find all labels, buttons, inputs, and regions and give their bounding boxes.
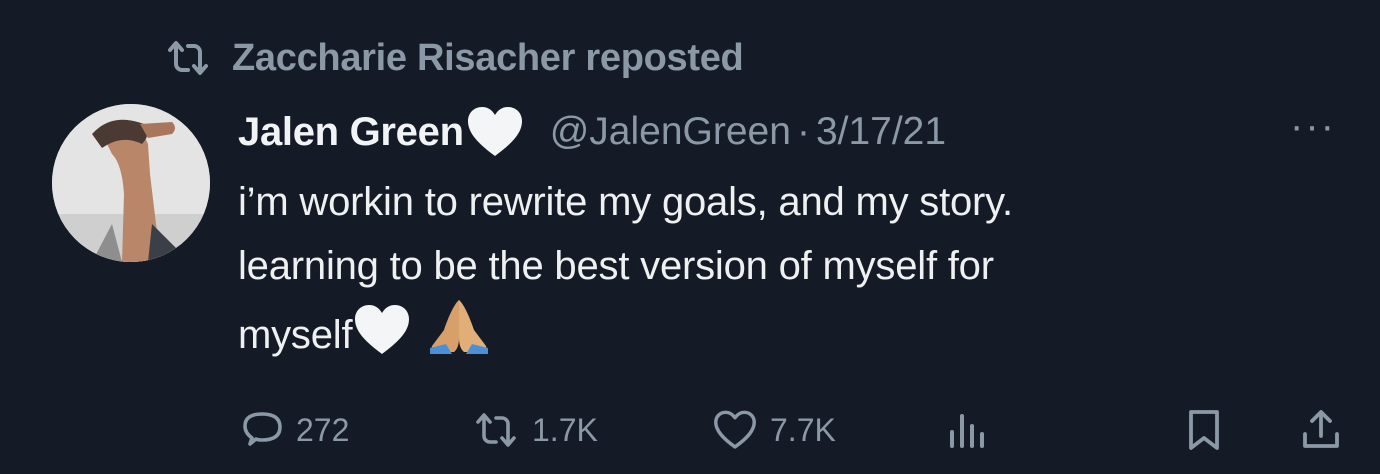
reply-icon [243, 412, 282, 446]
tweet-text-line-last: myself [238, 298, 1338, 367]
repost-count: 1.7K [532, 411, 598, 448]
heart-icon [714, 410, 756, 449]
user-handle[interactable]: @JalenGreen [550, 110, 791, 154]
display-name[interactable]: Jalen Green [238, 110, 464, 155]
repost-button[interactable]: 1.7K [472, 400, 598, 460]
repost-icon [168, 41, 208, 75]
views-icon [950, 414, 984, 448]
tweet-text-line: i’m workin to rewrite my goals, and my s… [238, 180, 1013, 224]
repost-context[interactable]: Zaccharie Risacher reposted [166, 34, 744, 82]
repost-text: Zaccharie Risacher reposted [232, 36, 744, 79]
share-button[interactable] [1300, 400, 1342, 460]
white-heart-icon [352, 304, 412, 356]
tweet-text: i’m workin to rewrite my goals, and my s… [238, 170, 1338, 367]
tweet-card[interactable]: Zaccharie Risacher reposted Jalen Green … [0, 0, 1380, 474]
white-heart-icon [466, 106, 524, 158]
more-options-icon[interactable]: ··· [1290, 106, 1336, 146]
share-icon [1303, 410, 1339, 448]
views-button[interactable] [946, 400, 990, 460]
tweet-text-word: myself [238, 313, 353, 357]
tweet-text-line: learning to be the best version of mysel… [238, 244, 994, 288]
avatar-photo [52, 104, 210, 262]
reply-button[interactable]: 272 [242, 400, 349, 460]
separator-dot: · [796, 110, 810, 153]
like-button[interactable]: 7.7K [712, 400, 836, 460]
repost-icon [476, 413, 516, 447]
folded-hands-icon [426, 298, 492, 356]
bookmark-button[interactable] [1184, 400, 1224, 460]
reply-count: 272 [296, 411, 350, 448]
tweet-header: Jalen Green @JalenGreen · 3/17/21 [238, 104, 946, 160]
like-count: 7.7K [770, 411, 836, 448]
tweet-date[interactable]: 3/17/21 [816, 110, 946, 154]
action-bar: 272 1.7K 7.7K [240, 400, 1350, 460]
bookmark-icon [1189, 410, 1219, 450]
avatar[interactable] [52, 104, 210, 262]
